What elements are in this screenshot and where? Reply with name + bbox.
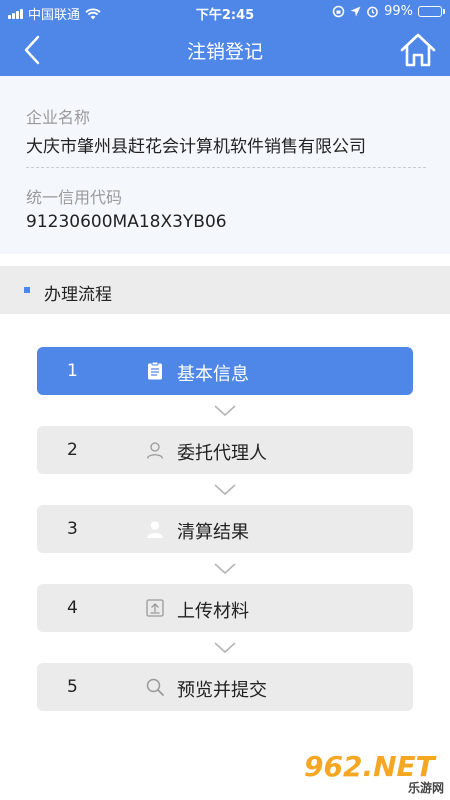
credit-code-label: 统一信用代码 <box>26 188 123 207</box>
company-name-value: 大庆市肇州县赶花会计算机软件销售有限公司 <box>26 137 366 157</box>
step-label: 预览并提交 <box>177 680 267 701</box>
step-number: 1 <box>67 361 78 381</box>
step-label: 上传材料 <box>177 601 249 622</box>
step-basic-info[interactable]: 1 基本信息 <box>37 347 413 395</box>
watermark-sub: 乐游网 <box>407 781 444 795</box>
step-number: 4 <box>67 598 78 618</box>
step-liquidation[interactable]: 3 清算结果 <box>37 505 413 553</box>
watermark-logo: 962.NET 乐游网 <box>304 748 444 798</box>
search-icon <box>146 678 164 696</box>
step-label: 清算结果 <box>177 522 249 543</box>
step-number: 5 <box>67 677 78 697</box>
battery-percent: 99% <box>384 4 413 19</box>
step-agent[interactable]: 2 委托代理人 <box>37 426 413 474</box>
step-upload[interactable]: 4 上传材料 <box>37 584 413 632</box>
divider <box>26 167 426 168</box>
rotation-lock-icon <box>332 5 345 18</box>
step-label: 委托代理人 <box>177 443 267 464</box>
section-title: 办理流程 <box>44 285 112 305</box>
step-number: 2 <box>67 440 78 460</box>
step-preview-submit[interactable]: 5 预览并提交 <box>37 663 413 711</box>
step-label: 基本信息 <box>177 364 249 385</box>
battery-icon <box>418 6 445 17</box>
status-right: 99% <box>332 4 445 19</box>
company-info-card: 企业名称 大庆市肇州县赶花会计算机软件销售有限公司 统一信用代码 9123060… <box>0 76 450 254</box>
credit-code-value: 91230600MA18X3YB06 <box>26 212 227 232</box>
upload-icon <box>146 599 164 617</box>
location-icon <box>350 6 361 17</box>
status-bar: 中国联通 下午2:45 99% <box>0 0 450 24</box>
section-bullet-icon <box>24 287 30 293</box>
chevron-down-icon <box>214 642 236 654</box>
clipboard-icon <box>148 361 162 380</box>
home-icon[interactable] <box>398 30 438 70</box>
alarm-icon <box>367 6 378 18</box>
process-section-header: 办理流程 <box>0 266 450 314</box>
page-title: 注销登记 <box>186 41 263 63</box>
step-number: 3 <box>67 519 78 539</box>
person-filled-icon <box>147 521 163 538</box>
nav-bar: 注销登记 <box>0 24 450 76</box>
person-outline-icon <box>146 442 164 459</box>
top-bar: 中国联通 下午2:45 99% 注销登记 <box>0 0 450 76</box>
company-name-label: 企业名称 <box>26 108 91 127</box>
chevron-down-icon <box>214 563 236 575</box>
chevron-down-icon <box>214 484 236 496</box>
chevron-down-icon <box>214 405 236 417</box>
